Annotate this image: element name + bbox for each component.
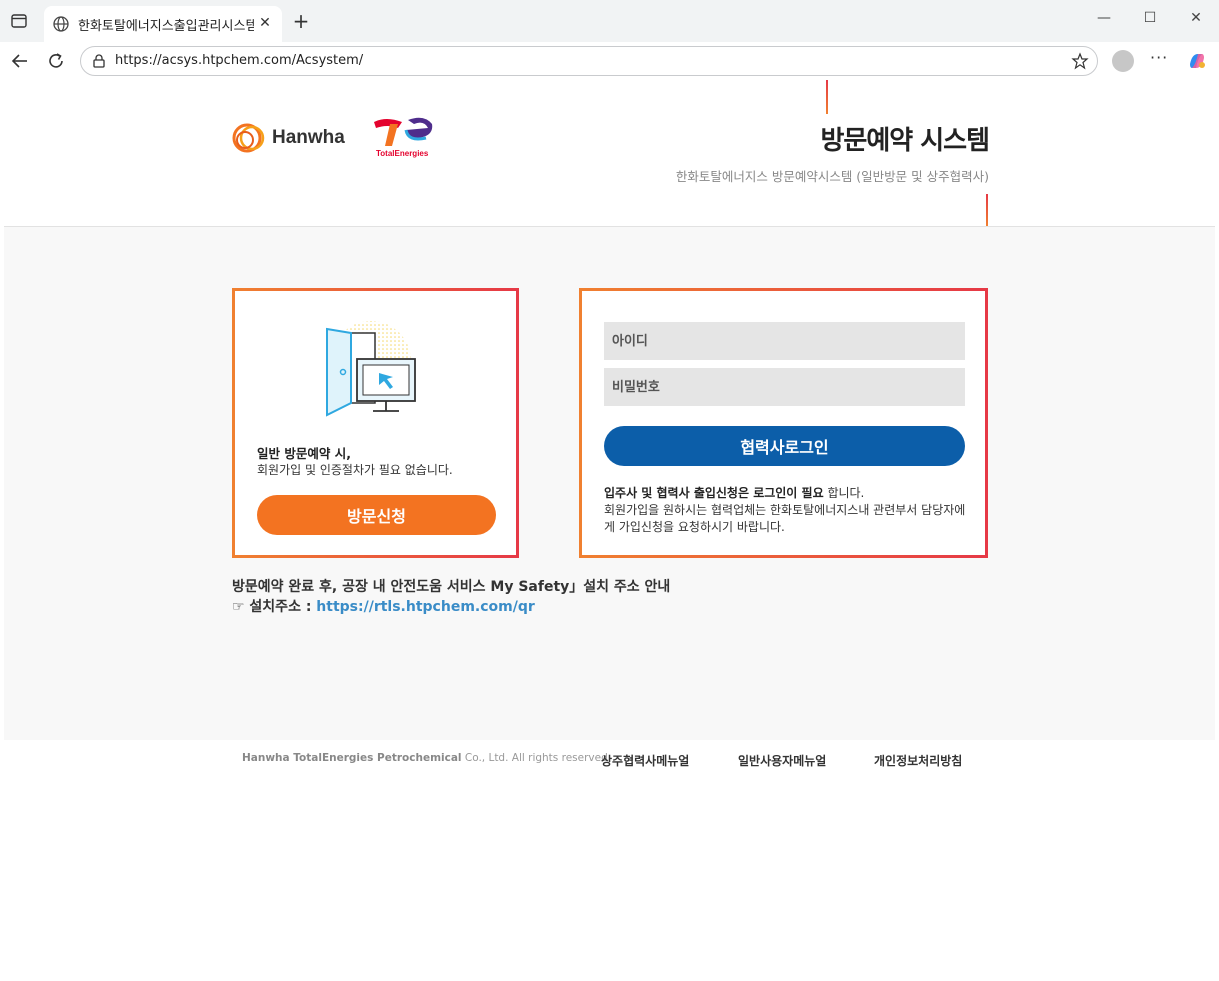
accent-line-top: [826, 80, 828, 114]
more-menu-icon[interactable]: ···: [1150, 48, 1168, 67]
copilot-icon[interactable]: [1186, 50, 1208, 72]
site-header: Hanwha TotalEnergies 방문예약 시스템 한화토탈에너지스 방…: [4, 80, 1215, 227]
url-text: https://acsys.htpchem.com/Acsystem/: [115, 53, 364, 68]
password-input[interactable]: [604, 368, 965, 406]
install-address-link[interactable]: https://rtls.htpchem.com/qr: [316, 599, 534, 615]
hanwha-logo-text: Hanwha: [272, 127, 345, 148]
window-close-icon[interactable]: ✕: [1184, 10, 1208, 30]
my-safety-info-line: 방문예약 완료 후, 공장 내 안전도움 서비스 My Safety」설치 주소…: [232, 579, 671, 595]
close-tab-icon[interactable]: ✕: [256, 14, 274, 32]
visit-info-text: 회원가입 및 인증절차가 필요 없습니다.: [257, 463, 453, 477]
totalenergies-logo[interactable]: TotalEnergies: [372, 114, 436, 162]
main-content: 일반 방문예약 시, 회원가입 및 인증절차가 필요 없습니다. 방문신청 협력…: [4, 227, 1215, 740]
back-arrow-icon[interactable]: [10, 51, 30, 71]
partner-login-button[interactable]: 협력사로그인: [604, 426, 965, 466]
copyright: Hanwha TotalEnergies Petrochemical Co., …: [242, 752, 611, 764]
footer-link-privacy-policy[interactable]: 개인정보처리방침: [874, 752, 962, 769]
hanwha-mark-icon: [232, 123, 265, 153]
profile-avatar[interactable]: [1112, 50, 1134, 72]
maximize-icon[interactable]: ☐: [1138, 10, 1162, 30]
page-title: 방문예약 시스템: [820, 126, 990, 156]
address-bar[interactable]: https://acsys.htpchem.com/Acsystem/: [80, 46, 1098, 76]
totalenergies-mark-icon: [374, 117, 433, 146]
my-safety-info: 방문예약 완료 후, 공장 내 안전도움 서비스 My Safety」설치 주소…: [232, 577, 670, 617]
install-address-label: ☞ 설치주소 :: [232, 599, 317, 615]
partner-login-card: 협력사로그인 입주사 및 협력사 출입신청은 로그인이 필요 합니다. 회원가입…: [579, 288, 988, 558]
tab-title: 한화토탈에너지스출입관리시스템: [78, 19, 254, 34]
totalenergies-logo-text: TotalEnergies: [376, 149, 429, 158]
login-notice-bold: 입주사 및 협력사 출입신청은 로그인이 필요: [604, 486, 824, 500]
login-notice: 입주사 및 협력사 출입신청은 로그인이 필요 합니다. 회원가입을 원하시는 …: [604, 485, 966, 536]
browser-navbar: https://acsys.htpchem.com/Acsystem/ ···: [0, 42, 1219, 80]
sidebar-toggle-icon[interactable]: [10, 12, 28, 30]
footer-link-user-manual[interactable]: 일반사용자메뉴얼: [738, 752, 826, 769]
login-notice-body: 회원가입을 원하시는 협력업체는 한화토탈에너지스내 관련부서 담당자에게 가입…: [604, 503, 966, 534]
browser-tab[interactable]: 한화토탈에너지스출입관리시스템 ✕: [44, 6, 282, 42]
browser-tabbar: 한화토탈에너지스출입관리시스템 ✕ + — ☐ ✕: [0, 0, 1219, 42]
visit-card: 일반 방문예약 시, 회원가입 및 인증절차가 필요 없습니다. 방문신청: [232, 288, 519, 558]
lock-icon[interactable]: [91, 53, 107, 69]
globe-icon: [53, 16, 69, 32]
copyright-company: Hanwha TotalEnergies Petrochemical: [242, 752, 462, 764]
accent-line-bottom: [986, 194, 988, 226]
hanwha-logo[interactable]: Hanwha: [230, 118, 360, 158]
visit-info-heading: 일반 방문예약 시,: [257, 446, 351, 461]
visit-apply-button[interactable]: 방문신청: [257, 495, 496, 535]
refresh-icon[interactable]: [46, 51, 66, 71]
favorite-star-icon[interactable]: [1071, 52, 1089, 70]
web-page: Hanwha TotalEnergies 방문예약 시스템 한화토탈에너지스 방…: [4, 80, 1215, 977]
user-id-input[interactable]: [604, 322, 965, 360]
copyright-rights: Co., Ltd. All rights reserved.: [461, 752, 612, 764]
site-footer: Hanwha TotalEnergies Petrochemical Co., …: [4, 740, 1215, 780]
door-monitor-illustration-icon: [326, 321, 416, 417]
page-subtitle: 한화토탈에너지스 방문예약시스템 (일반방문 및 상주협력사): [675, 169, 989, 184]
footer-link-partner-manual[interactable]: 상주협력사메뉴얼: [601, 752, 689, 769]
minimize-icon[interactable]: —: [1092, 10, 1116, 30]
login-notice-tail: 합니다.: [823, 486, 865, 500]
new-tab-icon[interactable]: +: [292, 11, 310, 31]
